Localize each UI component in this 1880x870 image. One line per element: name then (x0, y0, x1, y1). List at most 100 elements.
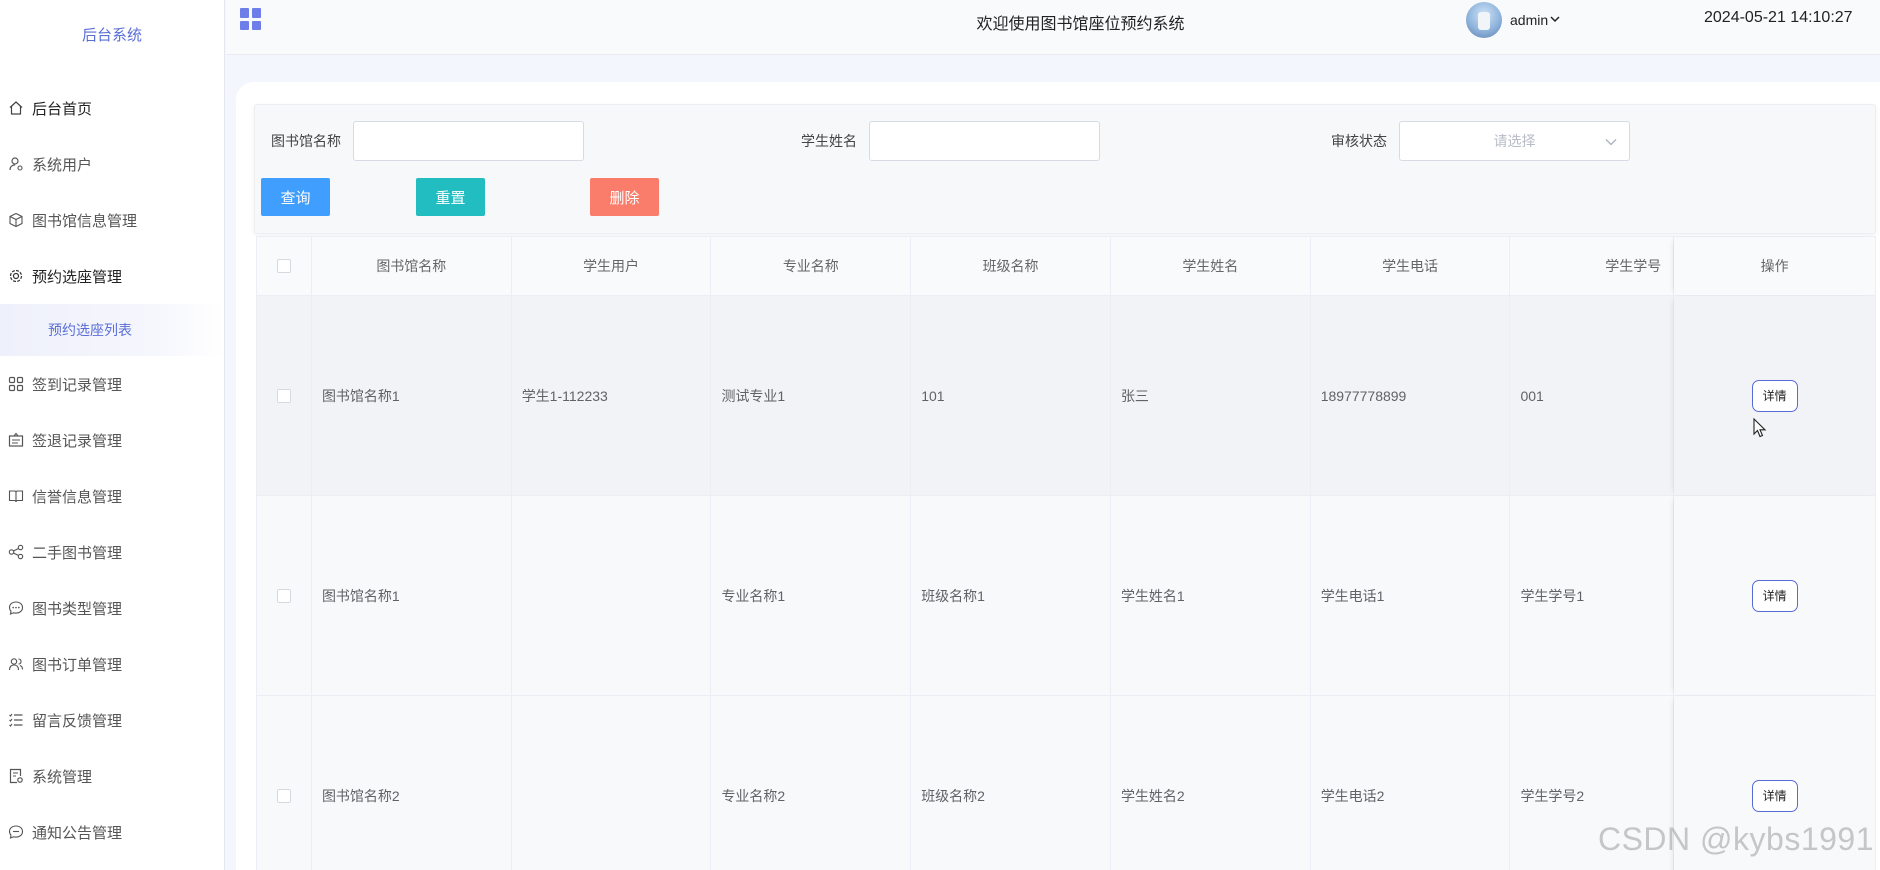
sidebar: 后台系统 后台首页 系统用户 图书馆信息管理 预约选座管理 预约选座列表 签到记… (0, 0, 225, 870)
select-all-checkbox[interactable] (276, 259, 291, 273)
sidebar-item-system[interactable]: 系统管理 (0, 748, 224, 804)
sidebar-item-system-users[interactable]: 系统用户 (0, 136, 224, 192)
sidebar-item-label: 信誉信息管理 (32, 488, 123, 506)
sidebar-item-library-info[interactable]: 图书馆信息管理 (0, 192, 224, 248)
sidebar-item-label: 预约选座管理 (32, 268, 123, 286)
sidebar-item-notices[interactable]: 通知公告管理 (0, 804, 224, 860)
sidebar-item-book-orders[interactable]: 图书订单管理 (0, 636, 224, 692)
gear-icon (6, 266, 26, 286)
home-icon (6, 98, 26, 118)
student-name-label: 学生姓名 (801, 133, 857, 149)
apps-icon (6, 374, 26, 394)
sidebar-item-label: 后台首页 (32, 100, 93, 118)
user-menu[interactable]: admin (1466, 0, 1560, 40)
mouse-cursor-icon (1753, 417, 1767, 438)
column-header: 操作 (1674, 237, 1875, 295)
cube-icon (6, 210, 26, 230)
cell-phone: 学生电话2 (1311, 696, 1511, 870)
library-name-label: 图书馆名称 (271, 133, 341, 149)
cell-user (512, 496, 712, 695)
column-header[interactable]: 学生用户 (512, 237, 712, 295)
cell-class: 班级名称1 (911, 496, 1111, 695)
cell-phone: 18977778899 (1311, 296, 1511, 495)
chat-dots-icon (6, 822, 26, 842)
datetime-display: 2024-05-21 14:10:27 (1704, 9, 1853, 26)
column-header[interactable]: 学生学号 (1510, 237, 1675, 295)
search-panel: 图书馆名称 学生姓名 审核状态 请选择 (254, 104, 1876, 234)
library-name-field: 图书馆名称 (271, 121, 584, 161)
sidebar-item-label: 留言反馈管理 (32, 712, 123, 730)
sidebar-item-label: 签退记录管理 (32, 432, 123, 450)
sidebar-item-feedback[interactable]: 留言反馈管理 (0, 692, 224, 748)
cell-name: 学生姓名2 (1111, 696, 1311, 870)
chevron-down-icon (1605, 135, 1617, 149)
sidebar-item-checkin[interactable]: 签到记录管理 (0, 356, 224, 412)
chevron-down-icon (1550, 14, 1560, 26)
sidebar-subitem-label: 预约选座列表 (48, 322, 132, 338)
cell-library: 图书馆名称1 (312, 496, 512, 695)
sidebar-item-label: 系统管理 (32, 768, 93, 786)
detail-button[interactable]: 详情 (1751, 779, 1798, 812)
row-checkbox[interactable] (276, 388, 291, 403)
sidebar-item-reservation[interactable]: 预约选座管理 (0, 248, 224, 304)
student-name-input[interactable] (869, 121, 1100, 161)
cell-user: 学生1-112233 (512, 296, 712, 495)
query-button[interactable]: 查询 (261, 178, 330, 216)
reservation-table: 图书馆名称 学生用户 专业名称 班级名称 学生姓名 学生电话 学生学号 操作 图… (256, 236, 1876, 870)
user-name: admin (1510, 12, 1549, 28)
sidebar-item-label: 通知公告管理 (32, 824, 123, 842)
sidebar-menu: 后台首页 系统用户 图书馆信息管理 预约选座管理 预约选座列表 签到记录管理 签… (0, 80, 224, 860)
table-row[interactable]: 图书馆名称1 学生1-112233 测试专业1 101 张三 189777788… (257, 296, 1875, 496)
library-name-input[interactable] (353, 121, 584, 161)
avatar (1466, 2, 1502, 38)
cell-student-no: 001 (1510, 296, 1675, 495)
row-checkbox[interactable] (276, 788, 291, 803)
review-status-field: 审核状态 请选择 (1331, 121, 1630, 161)
cell-name: 张三 (1111, 296, 1311, 495)
share-icon (6, 542, 26, 562)
sidebar-item-label: 图书馆信息管理 (32, 212, 138, 230)
delete-button[interactable]: 删除 (590, 178, 659, 216)
student-name-field: 学生姓名 (801, 121, 1100, 161)
page-title: 欢迎使用图书馆座位预约系统 (976, 16, 1185, 33)
detail-button[interactable]: 详情 (1751, 379, 1798, 412)
top-header: 欢迎使用图书馆座位预约系统 admin 2024-05-21 14:10:27 (226, 0, 1880, 55)
sidebar-item-label: 系统用户 (32, 156, 93, 174)
review-status-select[interactable]: 请选择 (1399, 121, 1630, 161)
cell-phone: 学生电话1 (1311, 496, 1511, 695)
row-checkbox[interactable] (276, 588, 291, 603)
cell-name: 学生姓名1 (1111, 496, 1311, 695)
sidebar-item-used-books[interactable]: 二手图书管理 (0, 524, 224, 580)
table-header: 图书馆名称 学生用户 专业名称 班级名称 学生姓名 学生电话 学生学号 操作 (257, 237, 1875, 296)
cell-library: 图书馆名称1 (312, 296, 512, 495)
cell-user (512, 696, 712, 870)
cell-major: 专业名称1 (711, 496, 912, 695)
reset-button[interactable]: 重置 (416, 178, 485, 216)
users-icon (6, 654, 26, 674)
grid-menu-icon[interactable] (240, 8, 262, 30)
select-placeholder: 请选择 (1493, 133, 1536, 149)
cell-class: 101 (911, 296, 1111, 495)
sidebar-subitem-reservation-list[interactable]: 预约选座列表 (0, 304, 224, 356)
cell-student-no: 学生学号1 (1510, 496, 1675, 695)
cell-major: 测试专业1 (711, 296, 912, 495)
column-header[interactable]: 学生电话 (1311, 237, 1511, 295)
sidebar-item-credit[interactable]: 信誉信息管理 (0, 468, 224, 524)
cell-library: 图书馆名称2 (312, 696, 512, 870)
table-row[interactable]: 图书馆名称1 专业名称1 班级名称1 学生姓名1 学生电话1 学生学号1 详情 (257, 496, 1875, 696)
sidebar-item-book-types[interactable]: 图书类型管理 (0, 580, 224, 636)
sidebar-item-checkout[interactable]: 签退记录管理 (0, 412, 224, 468)
sidebar-item-home[interactable]: 后台首页 (0, 80, 224, 136)
cell-major: 专业名称2 (711, 696, 912, 870)
column-header[interactable]: 学生姓名 (1111, 237, 1311, 295)
cell-class: 班级名称2 (911, 696, 1111, 870)
detail-button[interactable]: 详情 (1751, 579, 1798, 612)
column-header[interactable]: 班级名称 (911, 237, 1111, 295)
clipboard-icon (6, 430, 26, 450)
column-header[interactable]: 专业名称 (711, 237, 912, 295)
sidebar-item-label: 签到记录管理 (32, 376, 123, 394)
watermark: CSDN @kybs1991 (1597, 821, 1874, 857)
column-header[interactable]: 图书馆名称 (312, 237, 512, 295)
sidebar-item-label: 二手图书管理 (32, 544, 123, 562)
list-check-icon (6, 710, 26, 730)
